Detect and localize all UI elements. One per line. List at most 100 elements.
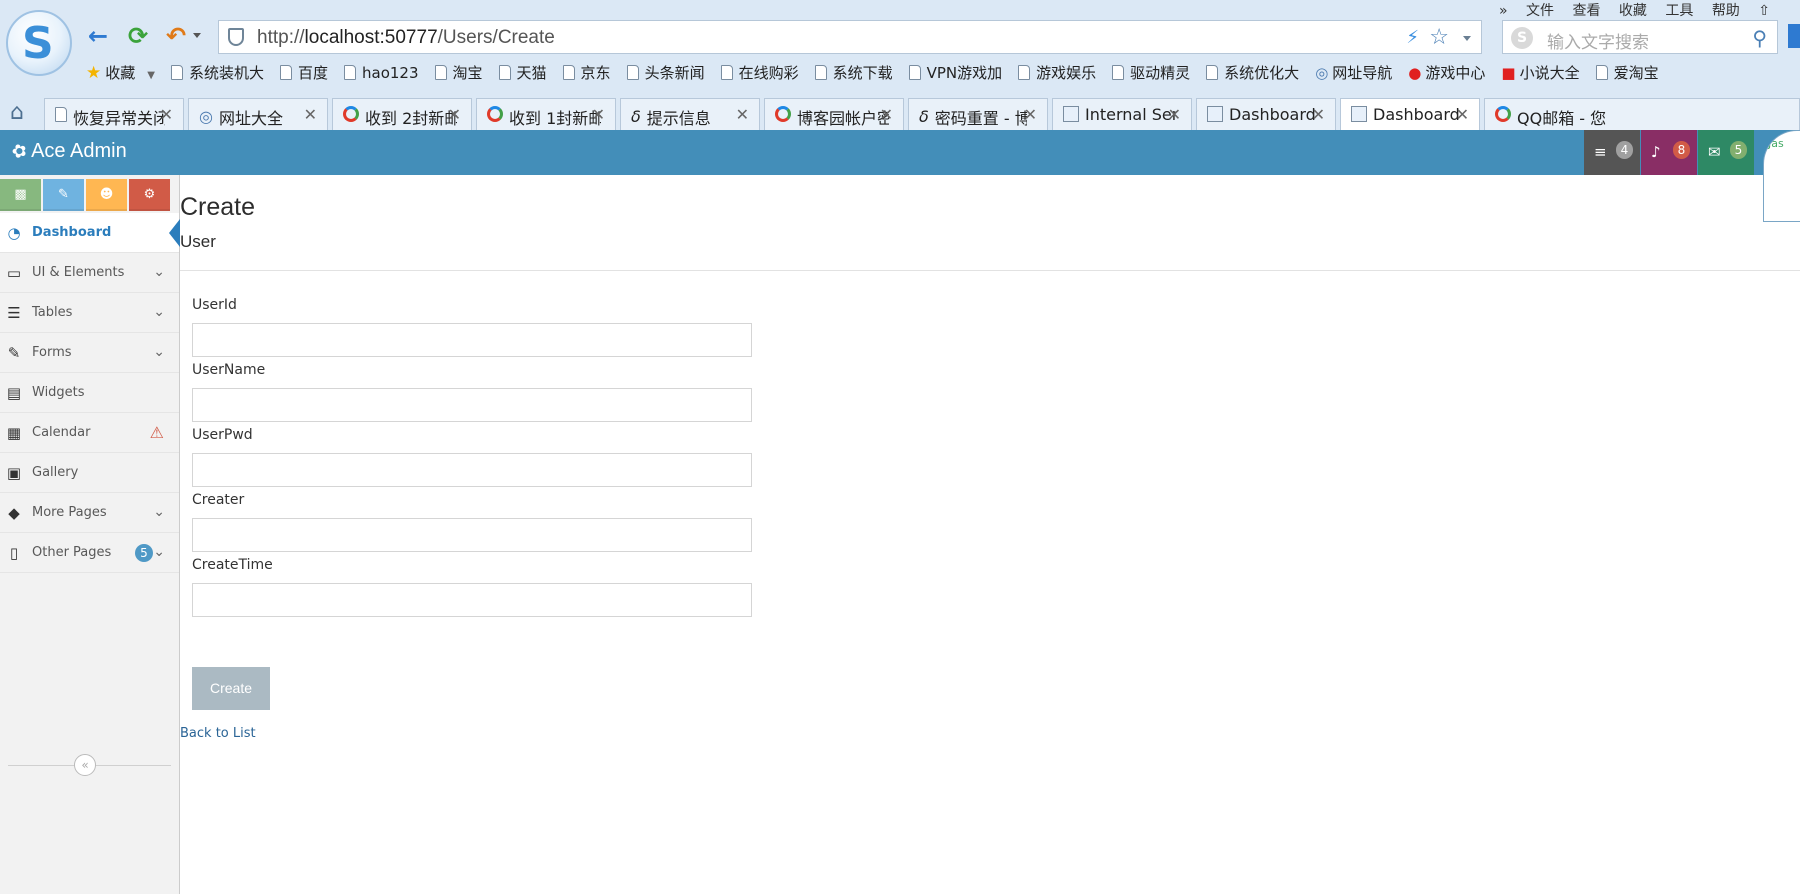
game-center-icon: ● [1408,64,1422,82]
menu-view[interactable]: 查看 [1572,3,1600,19]
envelope-dropdown[interactable]: ✉ 5 [1698,130,1754,175]
favorite-star-icon[interactable]: ☆ [1429,25,1449,50]
bookmark-item[interactable]: 百度 [279,62,328,83]
shortcut-edit-button[interactable]: ✎ [43,179,84,211]
close-tab-icon[interactable]: ✕ [592,105,605,124]
userid-field[interactable] [192,323,752,357]
bookmark-item[interactable]: ★ 收藏 ▼ [86,62,155,83]
undo-dropdown-icon[interactable] [193,33,201,38]
favorites-dropdown-icon[interactable]: ▼ [147,70,155,81]
username-field[interactable] [192,388,752,422]
close-tab-icon[interactable]: ✕ [880,105,893,124]
browser-tab[interactable]: 博客园帐户密码✕ [764,98,904,130]
close-tab-icon[interactable]: ✕ [1024,105,1037,124]
close-tab-icon[interactable]: ✕ [160,105,173,124]
browser-tab[interactable]: 恢复异常关闭 ✕ [44,98,184,130]
userpwd-field[interactable] [192,453,752,487]
bookmark-item[interactable]: 系统装机大 [170,62,264,83]
browser-tab[interactable]: ◎ 网址大全 ✕ [188,98,328,130]
more-menu-icon[interactable]: » [1499,3,1508,19]
createtime-field[interactable] [192,583,752,617]
bookmark-item[interactable]: 游戏娱乐 [1018,62,1096,83]
browser-tab[interactable]: Dashboard - ✕ [1196,98,1336,130]
sidebar-item-tables[interactable]: ☰ Tables ⌄ [0,293,179,333]
browser-tab[interactable]: 收到 2封新邮件✕ [332,98,472,130]
lightning-icon[interactable]: ⚡ [1406,27,1419,48]
bookmark-item[interactable]: ■ 小说大全 [1501,62,1579,83]
createtime-label: CreateTime [192,557,273,573]
sidebar-item-widgets[interactable]: ▤ Widgets [0,373,179,413]
sidebar-item-dashboard[interactable]: ◔ Dashboard [0,213,179,253]
sidebar-item-other-pages[interactable]: ▯ Other Pages ⌄ 5 [0,533,179,573]
bookmark-item[interactable]: 在线购彩 [720,62,799,83]
bookmark-item[interactable]: 系统优化大 [1206,62,1299,83]
tab-label: QQ邮箱 - 您 [1517,109,1607,128]
bookmark-item[interactable]: 头条新闻 [626,62,705,83]
url-text[interactable]: http://localhost:50777/Users/Create [257,27,555,49]
back-to-list-link[interactable]: Back to List [180,726,256,741]
bookmark-label: 收藏 [105,64,136,82]
menu-help[interactable]: 帮助 [1712,3,1740,19]
menu-favorites[interactable]: 收藏 [1619,3,1647,19]
shortcut-settings-button[interactable]: ⚙ [129,179,170,211]
create-button[interactable]: Create [192,667,270,710]
home-icon[interactable]: ⌂ [10,100,24,125]
bookmark-item[interactable]: ◎ 网址导航 [1315,62,1392,83]
bookmark-item[interactable]: ● 游戏中心 [1408,62,1485,83]
creater-field[interactable] [192,518,752,552]
bookmark-item[interactable]: VPN游戏加 [908,62,1002,83]
brand[interactable]: ✿Ace Admin [9,139,127,163]
sidebar-item-more-pages[interactable]: ◆ More Pages ⌄ [0,493,179,533]
active-item-pointer [169,219,180,247]
sidebar-item-label: Tables [32,305,73,320]
sidebar-toggle-button[interactable] [1788,24,1800,48]
page-icon [498,65,511,80]
sidebar-shortcuts: ▩ ✎ ☻ ⚙ [0,179,180,211]
refresh-button[interactable]: ⟳ [124,22,152,50]
browser-tab[interactable]: QQ邮箱 - 您 [1484,98,1800,130]
browser-tab[interactable]: Dashboard - ✕ [1340,98,1480,130]
menu-tools[interactable]: 工具 [1665,3,1693,19]
search-box[interactable]: S 输入文字搜索 ⚲ [1502,20,1778,54]
search-placeholder[interactable]: 输入文字搜索 [1547,28,1649,53]
address-dropdown-icon[interactable] [1463,36,1471,41]
shortcut-chart-button[interactable]: ▩ [0,179,41,211]
page-icon [344,65,356,80]
back-button[interactable]: ← [84,22,112,50]
upgrade-icon[interactable]: ⇧ [1758,3,1770,19]
browser-tab[interactable]: δ 提示信息 ✕ [620,98,760,130]
bookmark-item[interactable]: 系统下载 [814,62,893,83]
bookmark-item[interactable]: hao123 [344,64,419,82]
sidebar-item-calendar[interactable]: ▦ Calendar ⚠ [0,413,179,453]
bookmark-item[interactable]: 淘宝 [434,62,483,83]
sidebar-item-label: More Pages [32,505,107,520]
menu-file[interactable]: 文件 [1526,3,1554,19]
close-tab-icon[interactable]: ✕ [448,105,461,124]
search-icon[interactable]: ⚲ [1752,26,1767,50]
chevron-down-icon: ⌄ [153,544,165,560]
browser-tab[interactable]: Internal Server✕ [1052,98,1192,130]
bookmark-item[interactable]: 爱淘宝 [1595,62,1659,83]
browser-tab[interactable]: δ 密码重置 - 博客园✕ [908,98,1048,130]
close-tab-icon[interactable]: ✕ [1168,105,1181,124]
browser-tab[interactable]: 收到 1封新邮件✕ [476,98,616,130]
address-bar[interactable]: http://localhost:50777/Users/Create ⚡ ☆ [218,20,1482,54]
sidebar-item-ui-elements[interactable]: ▭ UI & Elements ⌄ [0,253,179,293]
bookmark-item[interactable]: 驱动精灵 [1112,62,1190,83]
sidebar-item-forms[interactable]: ✎ Forms ⌄ [0,333,179,373]
close-tab-icon[interactable]: ✕ [1456,105,1469,124]
close-tab-icon[interactable]: ✕ [304,105,317,124]
close-tab-icon[interactable]: ✕ [1312,105,1325,124]
close-tab-icon[interactable]: ✕ [736,105,749,124]
bookmark-item[interactable]: 京东 [562,62,611,83]
shortcut-group-button[interactable]: ☻ [86,179,127,211]
collapse-sidebar-icon[interactable]: « [74,754,96,776]
browser-logo[interactable]: S [6,10,72,76]
chevron-down-icon: ⌄ [153,264,165,280]
search-engine-icon[interactable]: S [1511,27,1533,49]
undo-close-button[interactable]: ↶ [162,22,190,50]
bookmark-item[interactable]: 天猫 [498,62,547,83]
sidebar-item-gallery[interactable]: ▣ Gallery [0,453,179,493]
bell-dropdown[interactable]: ♪ 8 [1641,130,1697,175]
tasks-dropdown[interactable]: ≡ 4 [1584,130,1640,175]
